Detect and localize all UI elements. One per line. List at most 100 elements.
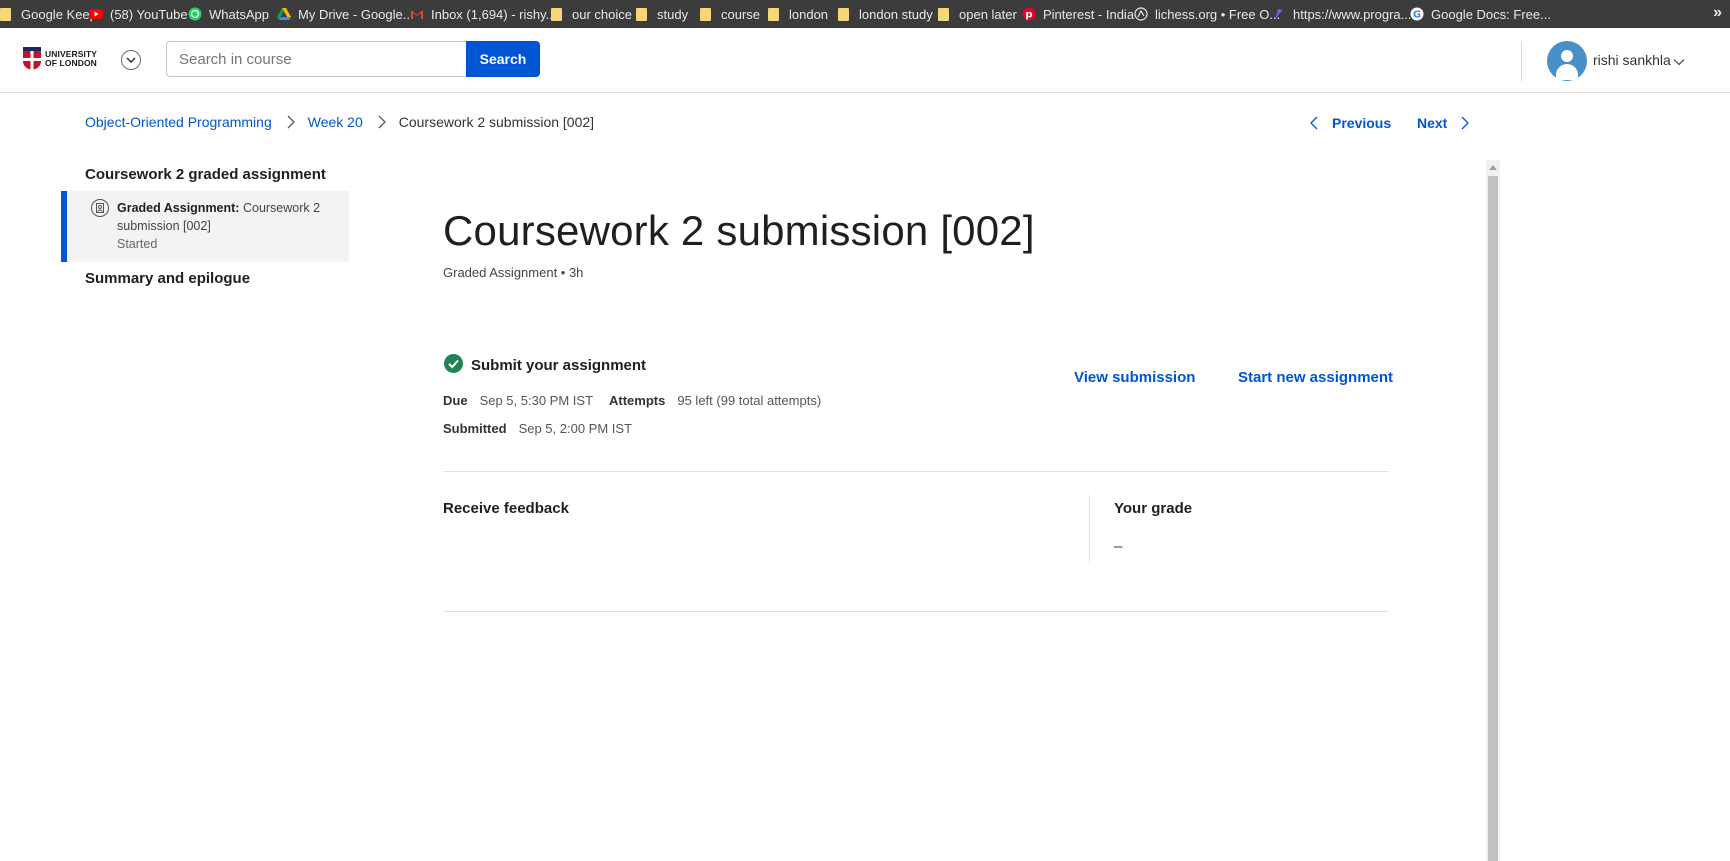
bookmark-label: london xyxy=(789,6,829,22)
folder-icon xyxy=(838,7,852,21)
bookmark-label: open later xyxy=(959,6,1017,22)
bookmark-label: course xyxy=(721,6,761,22)
vertical-divider xyxy=(1089,495,1090,563)
folder-icon xyxy=(636,7,650,21)
google-icon: G xyxy=(1410,7,1424,21)
programiz-icon xyxy=(1272,7,1286,21)
bookmark-label: Inbox (1,694) - rishy... xyxy=(431,6,557,22)
grade-value: – xyxy=(1114,538,1123,555)
avatar[interactable] xyxy=(1547,41,1587,81)
start-new-assignment-link[interactable]: Start new assignment xyxy=(1238,369,1393,386)
crest-icon xyxy=(23,47,41,70)
breadcrumb-week-link[interactable]: Week 20 xyxy=(308,114,363,130)
bookmark-label: study xyxy=(657,6,689,22)
bookmark-label: (58) YouTube xyxy=(110,6,188,22)
bookmarks-overflow-button[interactable]: » xyxy=(1713,0,1722,28)
scrollbar-thumb[interactable] xyxy=(1488,176,1498,861)
check-circle-icon xyxy=(444,354,463,373)
bookmark-14[interactable]: https://www.progra... xyxy=(1272,0,1412,28)
svg-text:p: p xyxy=(1025,10,1032,21)
sidebar-item-coursework[interactable]: Graded Assignment: Coursework 2 submissi… xyxy=(61,191,349,262)
submit-heading: Submit your assignment xyxy=(471,357,647,374)
bookmark-label: lichess.org • Free O... xyxy=(1155,6,1281,22)
due-value: Sep 5, 5:30 PM IST xyxy=(479,393,594,408)
chevron-down-icon[interactable] xyxy=(1673,53,1685,71)
breadcrumb-course-link[interactable]: Object-Oriented Programming xyxy=(85,114,272,130)
bookmark-7[interactable]: study xyxy=(636,0,688,28)
bookmark-10[interactable]: london study xyxy=(838,0,933,28)
folder-icon xyxy=(700,7,714,21)
chevron-right-icon xyxy=(1461,116,1470,130)
bookmark-label: https://www.progra... xyxy=(1293,6,1412,22)
next-label: Next xyxy=(1417,115,1448,131)
chevron-left-icon xyxy=(1310,116,1318,130)
drive-icon xyxy=(277,7,291,21)
chevron-down-icon xyxy=(126,57,136,63)
breadcrumb-current: Coursework 2 submission [002] xyxy=(398,114,595,130)
sidebar-item-status: Started xyxy=(117,237,158,251)
university-logo[interactable]: UNIVERSITY OF LONDON xyxy=(23,47,97,70)
attempts-value: 95 left (99 total attempts) xyxy=(677,393,822,408)
submitted-label: Submitted xyxy=(443,421,507,436)
scroll-up-icon[interactable] xyxy=(1486,160,1500,174)
submitted-value: Sep 5, 2:00 PM IST xyxy=(518,421,633,436)
sidebar-item-prefix: Graded Assignment: xyxy=(117,201,240,215)
pinterest-icon: p xyxy=(1022,7,1036,21)
bookmark-9[interactable]: london xyxy=(768,0,828,28)
whatsapp-icon xyxy=(188,7,202,21)
bookmark-11[interactable]: open later xyxy=(938,0,1017,28)
submitted-row: Submitted Sep 5, 2:00 PM IST xyxy=(443,421,632,436)
sidebar-section-summary[interactable]: Summary and epilogue xyxy=(85,270,250,287)
bookmark-8[interactable]: course xyxy=(700,0,760,28)
due-attempts-row: Due Sep 5, 5:30 PM IST Attempts 95 left … xyxy=(443,393,821,408)
chevron-right-icon xyxy=(378,115,386,129)
scrollbar[interactable] xyxy=(1486,160,1500,861)
bookmark-12[interactable]: p Pinterest - India xyxy=(1022,0,1134,28)
your-grade-heading: Your grade xyxy=(1114,500,1193,517)
page-title: Coursework 2 submission [002] xyxy=(443,207,1035,254)
due-label: Due xyxy=(443,393,468,408)
svg-text:G: G xyxy=(1413,10,1421,21)
program-switcher-button[interactable] xyxy=(121,50,141,70)
header-divider xyxy=(1521,41,1522,81)
search-input[interactable] xyxy=(166,41,466,77)
receive-feedback-heading: Receive feedback xyxy=(443,500,569,517)
search-button[interactable]: Search xyxy=(466,41,540,77)
bookmark-label: london study xyxy=(859,6,933,22)
bookmark-1[interactable]: Google Keep xyxy=(0,0,97,28)
next-button[interactable]: Next xyxy=(1417,115,1470,131)
logo-line2: OF LONDON xyxy=(45,57,97,68)
bookmark-label: Google Docs: Free... xyxy=(1431,6,1551,22)
folder-icon xyxy=(938,7,952,21)
graded-assignment-icon xyxy=(91,199,109,217)
bookmark-15[interactable]: G Google Docs: Free... xyxy=(1410,0,1551,28)
bookmark-13[interactable]: lichess.org • Free O... xyxy=(1134,0,1280,28)
folder-icon xyxy=(551,7,565,21)
folder-icon xyxy=(768,7,782,21)
bookmark-label: WhatsApp xyxy=(209,6,269,22)
folder-icon xyxy=(0,7,14,21)
view-submission-link[interactable]: View submission xyxy=(1074,369,1195,386)
bookmark-4[interactable]: My Drive - Google... xyxy=(277,0,414,28)
bookmark-2[interactable]: (58) YouTube xyxy=(89,0,188,28)
bookmark-6[interactable]: our choice xyxy=(551,0,632,28)
bookmarks-bar: Google Keep (58) YouTube WhatsApp My Drive … xyxy=(0,0,1730,28)
divider xyxy=(443,611,1389,612)
top-header: UNIVERSITY OF LONDON Search rishi sankhl… xyxy=(0,28,1730,93)
previous-label: Previous xyxy=(1332,115,1392,131)
bookmark-3[interactable]: WhatsApp xyxy=(188,0,269,28)
bookmark-label: Google Keep xyxy=(21,6,97,22)
lichess-icon xyxy=(1134,7,1148,21)
chevron-right-icon xyxy=(287,115,295,129)
bookmark-label: My Drive - Google... xyxy=(298,6,414,22)
divider xyxy=(443,471,1389,472)
sidebar-section-title[interactable]: Coursework 2 graded assignment xyxy=(85,166,326,183)
username[interactable]: rishi sankhla xyxy=(1593,52,1671,68)
bookmark-5[interactable]: Inbox (1,694) - rishy... xyxy=(410,0,556,28)
bookmark-label: our choice xyxy=(572,6,632,22)
gmail-icon xyxy=(410,7,424,21)
page-subtitle: Graded Assignment • 3h xyxy=(443,265,584,280)
bookmark-label: Pinterest - India xyxy=(1043,6,1135,22)
previous-button[interactable]: Previous xyxy=(1310,115,1391,131)
youtube-icon xyxy=(89,7,103,21)
